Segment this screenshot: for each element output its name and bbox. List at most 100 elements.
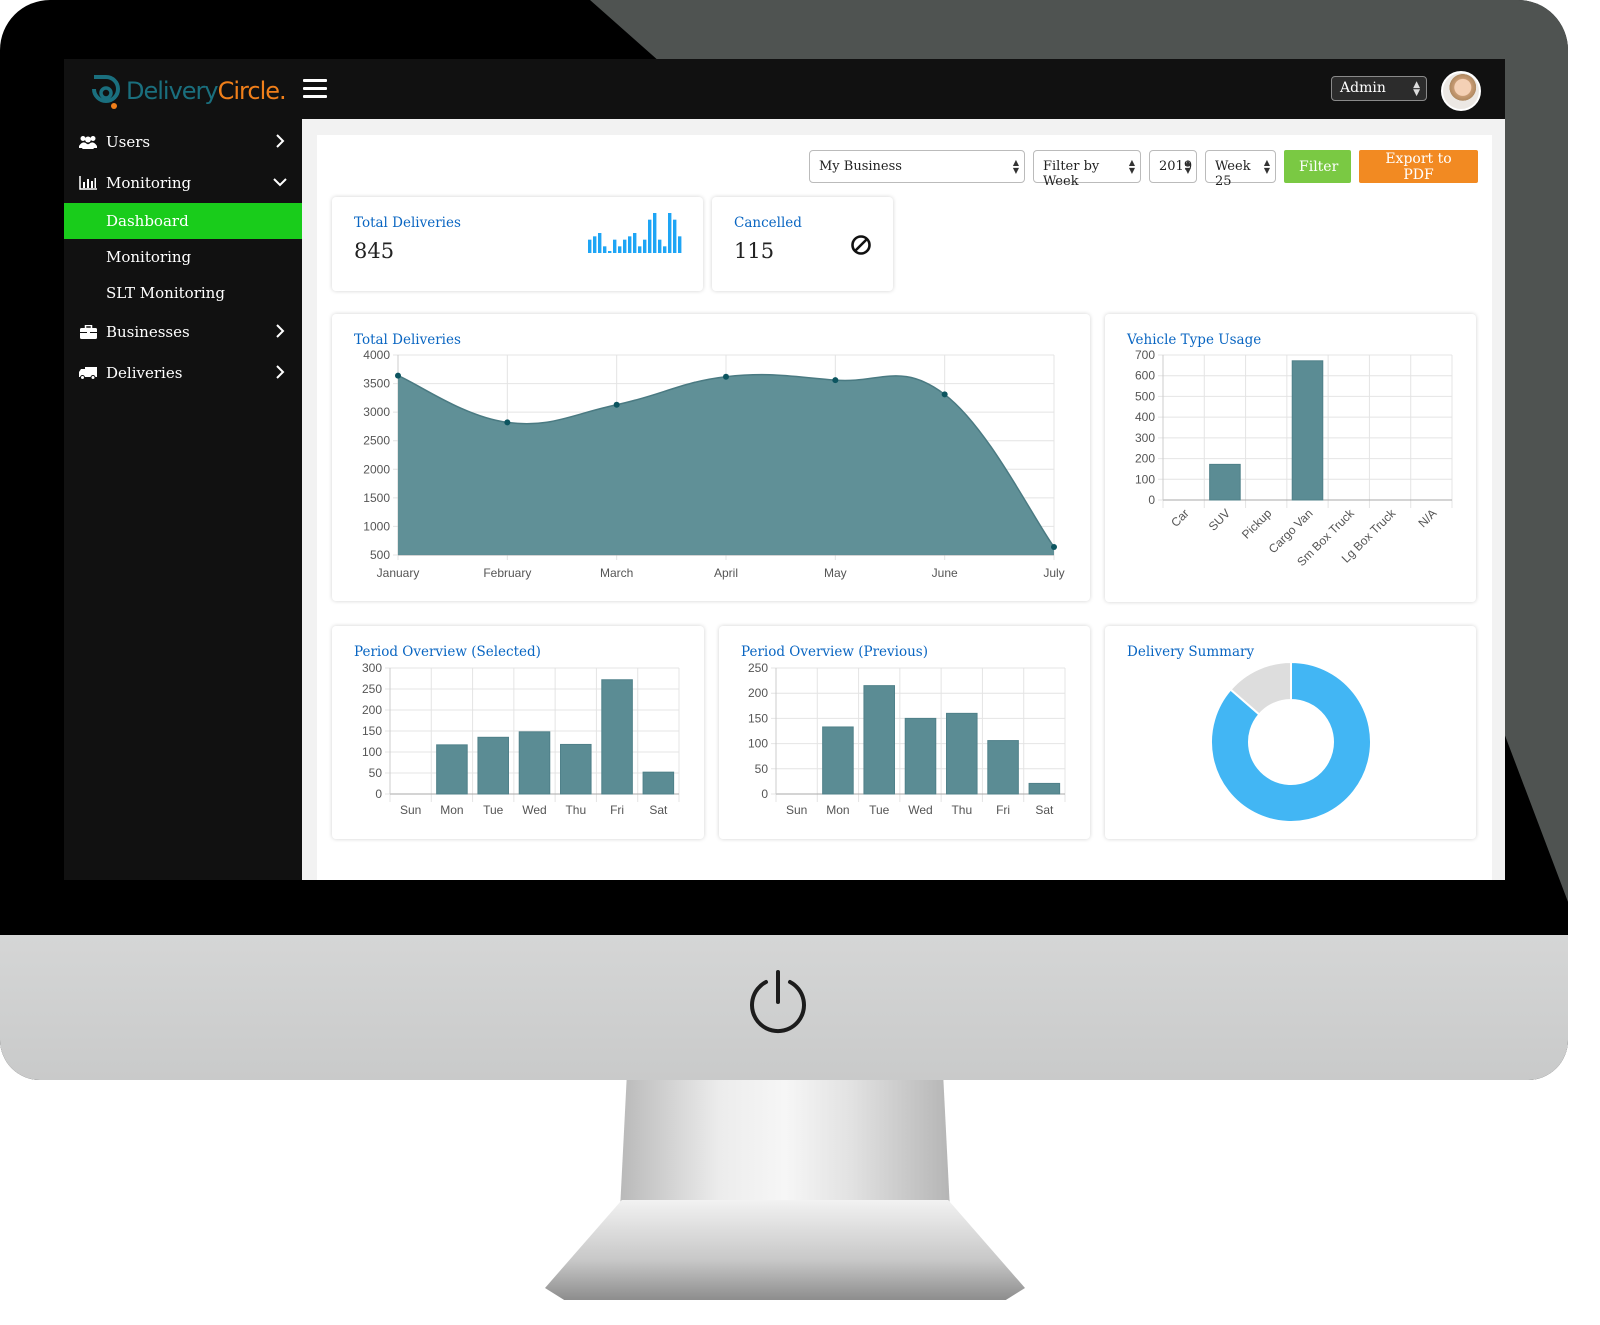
sidebar-item-monitoring[interactable]: Monitoring: [64, 162, 302, 203]
sidebar-subitem-dashboard[interactable]: Dashboard: [64, 203, 302, 239]
truck-icon: [78, 366, 98, 380]
sidebar-item-users[interactable]: Users: [64, 121, 302, 162]
logo[interactable]: DeliveryCircle.: [88, 73, 287, 109]
sidebar-subitem-label: SLT Monitoring: [106, 284, 225, 302]
y-tick-label: 250: [362, 682, 382, 696]
y-tick-label: 2000: [363, 462, 390, 476]
y-tick-label: 600: [1135, 369, 1155, 383]
week-select[interactable]: Week 25 ▲ ▼: [1205, 150, 1276, 189]
y-tick-label: 200: [1135, 452, 1155, 466]
chevron-right-icon: [276, 324, 285, 338]
logo-text: DeliveryCircle.: [126, 77, 287, 105]
delivery-summary-chart-card: Delivery Summary: [1105, 626, 1476, 839]
sparkline-bar: [658, 239, 662, 253]
x-tick-label: June: [932, 566, 958, 580]
y-tick-label: 3500: [363, 377, 390, 391]
bar: [904, 717, 937, 795]
y-tick-label: 0: [761, 787, 768, 801]
bar: [863, 685, 895, 795]
sidebar-item-businesses[interactable]: Businesses: [64, 311, 302, 352]
y-tick-label: 2500: [363, 434, 390, 448]
sidebar-item-deliveries[interactable]: Deliveries: [64, 352, 302, 393]
y-tick-label: 700: [1135, 348, 1155, 362]
bar: [601, 679, 633, 795]
x-tick-label: July: [1043, 566, 1064, 580]
sidebar: Users Monitoring Dashboard Monitoring SL…: [64, 119, 302, 880]
sparkline-bar: [593, 236, 597, 253]
x-tick-label: Sat: [1035, 803, 1054, 817]
briefcase-icon: [78, 324, 98, 339]
period-type-select-value: Filter by Week: [1043, 159, 1100, 189]
x-tick-label: Car: [1168, 506, 1192, 530]
bar: [518, 731, 551, 795]
data-point: [504, 419, 511, 426]
data-point: [613, 401, 620, 408]
year-select[interactable]: 2019 ▲ ▼: [1149, 150, 1197, 183]
sidebar-item-label: Users: [106, 132, 151, 151]
y-tick-label: 300: [362, 661, 382, 675]
logo-text-part1: Delivery: [126, 77, 219, 105]
bar-chart-icon: [78, 175, 98, 190]
select-arrows-icon: ▲ ▼: [1012, 158, 1019, 175]
data-point: [941, 391, 948, 398]
y-tick-label: 200: [748, 686, 768, 700]
y-tick-label: 100: [362, 745, 382, 759]
vehicle-type-bar-chart: 0100200300400500600700Car SUV PickupCargo …: [1135, 348, 1453, 569]
vehicle-type-chart-card: Vehicle Type Usage 0 100 200 300 400 500 600 70…: [1105, 314, 1476, 602]
data-point: [723, 373, 729, 380]
sparkline-bar: [668, 213, 672, 253]
sparkline-bar: [598, 233, 602, 253]
y-tick-label: 500: [370, 548, 390, 562]
y-tick-label: 1500: [363, 491, 390, 505]
y-tick-label: 0: [1148, 493, 1155, 507]
role-select-value: Admin: [1340, 80, 1386, 96]
delivery-summary-donut-chart: [1210, 660, 1372, 823]
monitor-stand: [620, 1080, 950, 1210]
x-tick-label: Sun: [786, 803, 807, 817]
bar: [987, 740, 1019, 795]
business-select[interactable]: My Business ▲ ▼: [809, 150, 1025, 183]
period-previous-bar-chart: 0 50 100 150 200 250 Sun Mon Tue Wed Thu Fri Sat: [748, 661, 1066, 817]
select-arrows-icon: ▲ ▼: [1263, 158, 1270, 175]
ban-icon: [851, 235, 871, 255]
bar: [477, 736, 509, 795]
sidebar-subitem-slt-monitoring[interactable]: SLT Monitoring: [64, 275, 302, 311]
y-tick-label: 1000: [363, 519, 390, 533]
y-tick-label: 150: [362, 724, 382, 738]
y-tick-label: 500: [1135, 389, 1155, 403]
period-type-select[interactable]: Filter by Week ▲ ▼: [1033, 150, 1141, 189]
x-tick-label: Pickup: [1239, 506, 1275, 542]
role-select[interactable]: Admin ▲ ▼: [1331, 76, 1427, 101]
x-tick-label: N/A: [1415, 506, 1439, 530]
sparkline-bar: [643, 239, 647, 253]
sparkline-bar: [588, 239, 592, 253]
monitor-stand-base: [545, 1200, 1025, 1300]
menu-toggle-icon[interactable]: [303, 79, 327, 99]
y-tick-label: 0: [375, 787, 382, 801]
sparkline-bar: [603, 246, 607, 253]
sparkline-bar: [653, 213, 657, 253]
sparkline-bar: [673, 219, 677, 253]
export-pdf-button[interactable]: Export to PDF: [1359, 150, 1478, 183]
sidebar-subitem-monitoring[interactable]: Monitoring: [64, 239, 302, 275]
x-tick-label: March: [600, 566, 633, 580]
sparkline-bar: [678, 236, 682, 253]
period-selected-chart-card: Period Overview (Selected) 0 50 100 150 200 2…: [332, 626, 704, 839]
dashboard-content: My Business ▲ ▼ Filter by Week ▲ ▼ 2019 ▲ ▼…: [317, 135, 1492, 880]
x-tick-label: Sun: [400, 803, 421, 817]
x-tick-label: Tue: [483, 803, 504, 817]
chevron-down-icon: [273, 178, 287, 187]
select-arrows-icon: ▲ ▼: [1128, 158, 1135, 175]
select-arrows-icon: ▲ ▼: [1184, 158, 1191, 175]
x-tick-label: SUV: [1206, 506, 1233, 533]
y-tick-label: 100: [1135, 472, 1155, 486]
filter-bar: My Business ▲ ▼ Filter by Week ▲ ▼ 2019 ▲ ▼…: [809, 150, 1478, 189]
stat-value: 845: [354, 239, 395, 263]
sparkline-bar: [628, 236, 632, 253]
filter-button[interactable]: Filter: [1284, 150, 1351, 183]
sidebar-item-label: Deliveries: [106, 363, 183, 382]
user-avatar[interactable]: [1441, 71, 1481, 111]
users-icon: [78, 135, 98, 149]
business-select-value: My Business: [819, 159, 902, 174]
x-tick-label: Thu: [565, 803, 586, 817]
